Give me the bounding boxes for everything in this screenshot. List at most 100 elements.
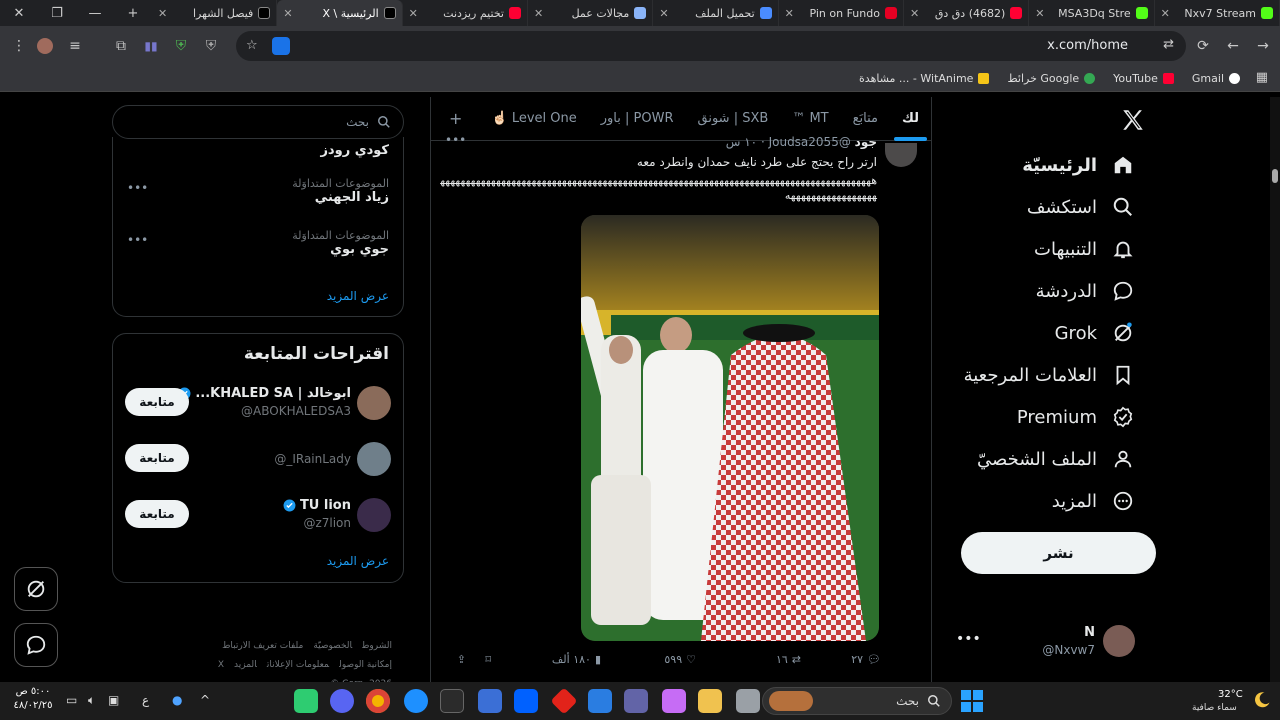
close-tab-icon[interactable]: ✕ xyxy=(785,7,794,20)
follow-button[interactable]: متابعة xyxy=(125,500,189,528)
repost-button[interactable]: ⇄ ١٦ xyxy=(776,653,801,666)
browser-tab[interactable]: ✕ Nxv7 Stream xyxy=(1155,0,1280,26)
forward-icon[interactable]: → xyxy=(1248,31,1278,61)
bookmark-star-icon[interactable]: ☆ xyxy=(246,38,258,53)
profile-avatar-icon[interactable] xyxy=(30,31,60,61)
tweet[interactable]: جود @Joudsa2055 · ١٠ س ••• ارتر راح يحتج… xyxy=(431,133,931,682)
taskbar-search[interactable]: بحث xyxy=(762,687,952,715)
omnibox[interactable]: ☆ x.com/home ⇄ xyxy=(236,31,1186,61)
app-icon-blue[interactable] xyxy=(478,689,502,713)
footer-link[interactable]: المزيد xyxy=(234,660,257,670)
new-tab-button[interactable]: + xyxy=(114,0,152,26)
browser-tab[interactable]: ✕ Pin on Fundo xyxy=(779,0,904,26)
browser-tab[interactable]: ✕ فيصل الشهرا xyxy=(152,0,278,26)
mail-icon[interactable] xyxy=(588,689,612,713)
nav-item-search[interactable]: استكشف xyxy=(1027,195,1135,219)
nav-item-home[interactable]: الرئيسيّة xyxy=(1022,153,1135,177)
suggestion-row[interactable]: TU lion @z7lion متابعة xyxy=(113,494,405,538)
tweet-author-name[interactable]: جود xyxy=(855,135,877,149)
more-dots-icon[interactable]: ••• xyxy=(445,133,466,147)
trend-more-icon[interactable]: ••• xyxy=(127,181,148,195)
suggestion-row[interactable]: @_IRainLady متابعة xyxy=(113,438,405,482)
bookmark-google-maps[interactable]: خرائط Google xyxy=(1007,72,1096,85)
feed-tab[interactable]: POWR | باور xyxy=(589,97,686,141)
reload-icon[interactable]: ⟳ xyxy=(1188,31,1218,61)
tweet-time[interactable]: ١٠ س xyxy=(726,135,757,149)
back-icon[interactable]: ← xyxy=(1218,31,1248,61)
avatar[interactable] xyxy=(357,498,391,532)
x-logo-icon[interactable] xyxy=(1120,107,1146,133)
nav-item-grok[interactable]: Grok xyxy=(1055,321,1135,345)
bookmark-gmail[interactable]: Gmail xyxy=(1192,72,1240,85)
network-icon[interactable]: ▣ xyxy=(108,693,119,707)
scrollbar-thumb[interactable] xyxy=(1272,169,1278,183)
chrome-icon[interactable] xyxy=(366,689,390,713)
app-icon-green[interactable] xyxy=(294,689,318,713)
adblock-shield-icon[interactable]: ⛨ xyxy=(166,31,196,61)
browser-tab[interactable]: ✕ مجالات عمل xyxy=(528,0,654,26)
search-input[interactable]: بحث xyxy=(112,105,404,139)
reply-button[interactable]: 💬︎ ٢٧ xyxy=(851,653,881,666)
cast-icon[interactable] xyxy=(272,37,290,55)
browser-tab[interactable]: ✕ تحميل الملف xyxy=(653,0,779,26)
close-tab-icon[interactable]: ✕ xyxy=(1035,7,1044,20)
feed-tab[interactable]: MT ™ xyxy=(780,97,840,141)
nav-item-bookmark[interactable]: العلامات المرجعية xyxy=(964,363,1135,387)
battery-icon[interactable]: ▭ xyxy=(66,693,77,707)
dropbox-icon[interactable] xyxy=(514,689,538,713)
volume-icon[interactable]: 🔈︎ xyxy=(88,693,95,708)
extensions-icon[interactable]: ⧉ xyxy=(106,31,136,61)
close-tab-icon[interactable]: ✕ xyxy=(283,7,292,20)
browser-tab[interactable]: ✕ MSA3Dq Stre xyxy=(1029,0,1155,26)
follow-button[interactable]: متابعة xyxy=(125,444,189,472)
app-icon-red[interactable] xyxy=(550,687,578,715)
trend-item[interactable]: الموضوعات المتداوَلة زياد الجهني xyxy=(292,177,389,205)
nav-item-profile[interactable]: الملف الشخصيّ xyxy=(977,447,1135,471)
trend-item[interactable]: الموضوعات المتداوَلة جوي بوي xyxy=(292,229,389,257)
nav-item-bell[interactable]: التنبيهات xyxy=(1034,237,1135,261)
file-explorer-icon[interactable] xyxy=(698,689,722,713)
restore-window-icon[interactable]: ❐ xyxy=(38,0,76,26)
suggestion-name[interactable]: ابوخالد | KHALED SA... xyxy=(178,386,351,401)
edge-icon[interactable] xyxy=(404,689,428,713)
epic-games-icon[interactable] xyxy=(440,689,464,713)
nav-item-more-circle[interactable]: المزيد xyxy=(1052,489,1135,513)
footer-link[interactable]: إمكانية الوصول xyxy=(339,660,392,670)
teams-icon[interactable] xyxy=(624,689,648,713)
suggestion-row[interactable]: ابوخالد | KHALED SA... @ABOKHALEDSA3 متابع… xyxy=(113,382,405,426)
close-tab-icon[interactable]: ✕ xyxy=(910,7,919,20)
feed-tab[interactable]: لك xyxy=(890,97,931,141)
close-tab-icon[interactable]: ✕ xyxy=(409,7,418,20)
url-text[interactable]: x.com/home xyxy=(1047,38,1128,53)
avatar[interactable] xyxy=(357,386,391,420)
footer-link[interactable]: الخصوصيّة xyxy=(313,641,352,651)
browser-tab[interactable]: ✕ (4682) دق دق xyxy=(904,0,1030,26)
system-clock[interactable]: ٥:٠٠ ص ٤٨/٠٢/٢٥ xyxy=(8,685,58,713)
trend-item[interactable]: كودي رودز xyxy=(320,143,389,158)
close-tab-icon[interactable]: ✕ xyxy=(534,7,543,20)
more-dots-icon[interactable]: ••• xyxy=(956,631,981,647)
post-button[interactable]: نشر xyxy=(961,532,1156,574)
nav-item-chat[interactable]: الدردشة xyxy=(1036,279,1135,303)
feed-tab[interactable]: Level One ☝🏻 xyxy=(480,97,589,141)
show-more-suggestions-link[interactable]: عرض المزيد xyxy=(327,554,389,568)
feed-tab[interactable]: متابَع xyxy=(841,97,890,141)
bookmark-button[interactable]: ⌑ xyxy=(485,653,491,666)
media-control-icon[interactable]: ≡ xyxy=(60,31,90,61)
close-tab-icon[interactable]: ✕ xyxy=(1161,7,1170,20)
trend-more-icon[interactable]: ••• xyxy=(127,233,148,247)
windows-start-icon[interactable] xyxy=(960,689,984,713)
bookmark-witanime[interactable]: مشاهدة ... - WitAnime xyxy=(859,72,990,85)
feed-tab[interactable]: SXB | شونق xyxy=(686,97,781,141)
grok-float-button[interactable] xyxy=(14,567,58,611)
input-language[interactable]: ع xyxy=(142,693,149,707)
close-tab-icon[interactable]: ✕ xyxy=(659,7,668,20)
footer-link[interactable]: معلومات الإعلانات xyxy=(267,660,329,670)
follow-button[interactable]: متابعة xyxy=(125,388,189,416)
copilot-icon[interactable] xyxy=(662,689,686,713)
microphone-icon[interactable]: ● xyxy=(172,693,182,707)
close-window-icon[interactable]: ✕ xyxy=(0,0,38,26)
suggestion-name[interactable]: TU lion xyxy=(283,498,351,513)
nav-item-verified[interactable]: Premium xyxy=(1017,405,1135,429)
site-settings-icon[interactable]: ⇄ xyxy=(1163,37,1174,52)
